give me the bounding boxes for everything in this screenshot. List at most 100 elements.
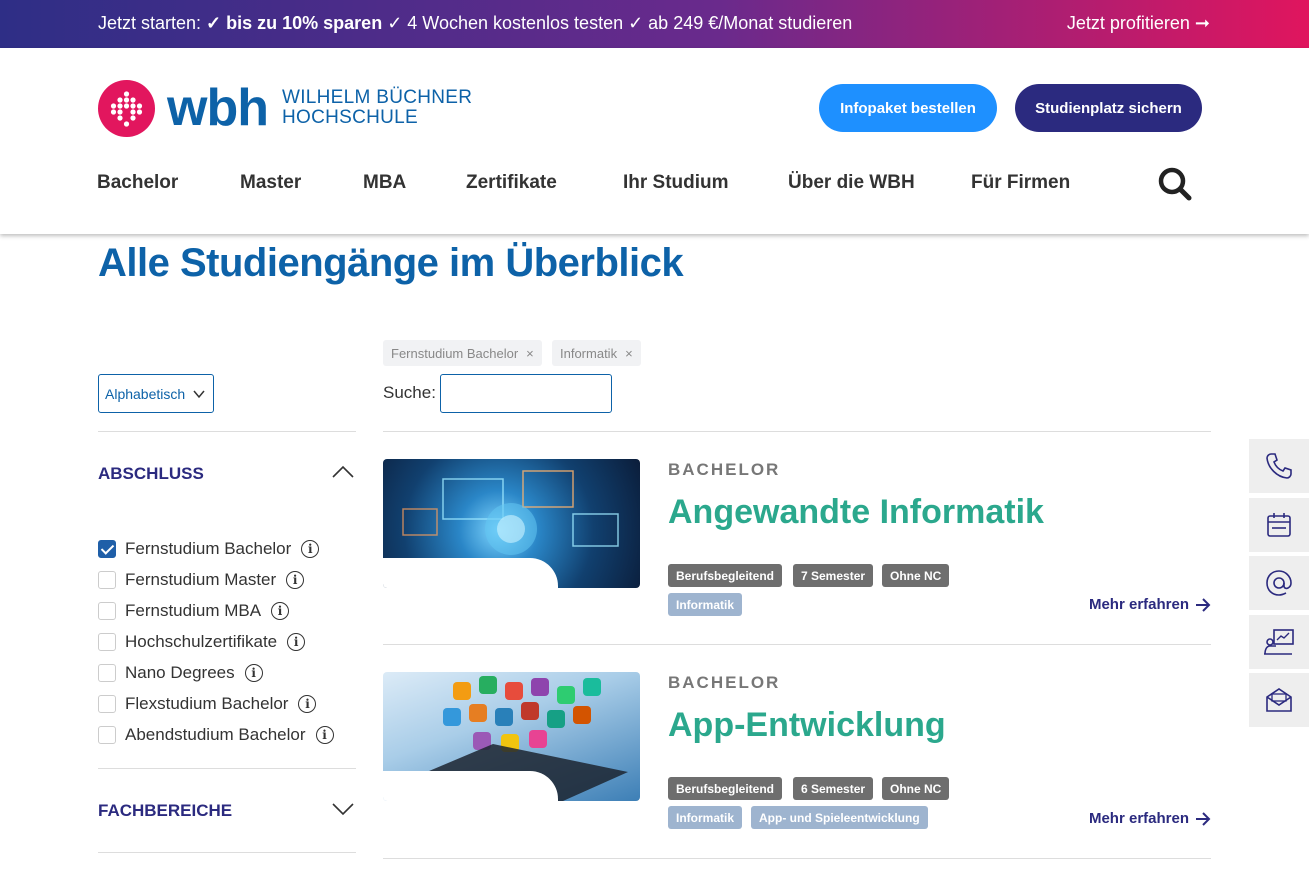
filter-option[interactable]: Fernstudium Bachelor i (98, 538, 320, 560)
chip-label: Fernstudium Bachelor (391, 345, 519, 361)
search-label: Suche: (383, 383, 436, 402)
calendar-contact-button[interactable] (1249, 498, 1309, 552)
checkbox[interactable] (98, 664, 116, 682)
result-category: BACHELOR (668, 460, 781, 479)
result-image[interactable] (383, 672, 640, 801)
info-icon[interactable]: i (287, 633, 306, 651)
sidebar-divider (98, 431, 356, 432)
filter-option[interactable]: Fernstudium Master i (98, 569, 305, 591)
nav-item-master[interactable]: Master (240, 172, 301, 194)
filter-option-label: Hochschulzertifikate (125, 632, 278, 651)
mail-icon (1266, 688, 1292, 712)
logo-name-line1: WILHELM BÜCHNER (281, 87, 473, 108)
chip-remove-icon[interactable]: × (625, 346, 633, 361)
checkbox[interactable] (98, 695, 116, 713)
filter-option[interactable]: Abendstudium Bachelor i (98, 724, 334, 746)
result-tag: Ohne NC (882, 564, 950, 587)
nav-item-bachelor[interactable]: Bachelor (97, 172, 178, 194)
promo-highlight: ✓ bis zu 10% sparen (206, 13, 383, 33)
nav-item-ueber-die-wbh[interactable]: Über die WBH (788, 172, 915, 194)
site-header: wbh WILHELM BÜCHNER HOCHSCHULE Infopaket… (0, 48, 1309, 234)
promo-rest: ✓ 4 Wochen kostenlos testen ✓ ab 249 €/M… (382, 13, 853, 33)
info-icon[interactable]: i (298, 695, 317, 713)
result-tag: Ohne NC (882, 777, 950, 800)
result-tag: Informatik (668, 593, 743, 616)
nav-item-ihr-studium[interactable]: Ihr Studium (623, 172, 729, 194)
more-link[interactable]: Mehr erfahren (1089, 596, 1211, 613)
info-icon[interactable]: i (271, 602, 290, 620)
results-divider (383, 431, 1211, 432)
email-contact-button[interactable] (1249, 556, 1309, 610)
result-tag: Berufsbegleitend (668, 777, 783, 800)
filter-option-label: Nano Degrees (125, 663, 235, 682)
chevron-down-icon (332, 801, 354, 822)
nav-item-mba[interactable]: MBA (363, 172, 406, 194)
info-icon[interactable]: i (244, 664, 263, 682)
info-icon[interactable]: i (315, 726, 334, 744)
filter-option[interactable]: Nano Degrees i (98, 662, 263, 684)
more-link[interactable]: Mehr erfahren (1089, 810, 1211, 827)
filter-option-label: Flexstudium Bachelor (125, 694, 289, 713)
filter-abschluss-toggle[interactable]: ABSCHLUSS (98, 464, 356, 484)
arrow-right-icon (1196, 811, 1211, 826)
result-tag: Informatik (668, 806, 743, 829)
filter-option[interactable]: Flexstudium Bachelor i (98, 693, 317, 715)
active-filter-chip: Informatik × (552, 340, 641, 366)
search-icon[interactable] (1157, 166, 1193, 202)
checkbox[interactable] (98, 602, 116, 620)
sidebar-divider (98, 768, 356, 769)
active-filter-chip: Fernstudium Bachelor × (383, 340, 542, 366)
result-tag: App- und Spieleentwicklung (751, 806, 928, 829)
checkbox[interactable] (98, 571, 116, 589)
checkbox[interactable] (98, 726, 116, 744)
info-icon[interactable]: i (286, 571, 305, 589)
consultation-contact-button[interactable] (1249, 615, 1309, 669)
more-link-label: Mehr erfahren (1088, 810, 1189, 827)
phone-icon (1266, 453, 1292, 479)
filter-fachbereiche-toggle[interactable]: FACHBEREICHE (98, 801, 356, 821)
logo-wordmark: wbh (167, 79, 269, 137)
page-title: Alle Studiengänge im Überblick (98, 241, 684, 285)
result-title[interactable]: App-Entwicklung (668, 706, 946, 745)
result-tag: 7 Semester (793, 564, 874, 587)
chip-remove-icon[interactable]: × (526, 346, 534, 361)
search-input[interactable] (440, 374, 612, 413)
promo-text: Jetzt starten: ✓ bis zu 10% sparen ✓ 4 W… (98, 13, 852, 34)
filter-option-label: Fernstudium Master (125, 570, 277, 589)
info-icon[interactable]: i (301, 540, 320, 558)
results-divider (383, 858, 1211, 859)
consultation-icon (1264, 629, 1294, 655)
more-link-label: Mehr erfahren (1088, 596, 1189, 613)
filter-option-label: Abendstudium Bachelor (125, 725, 306, 744)
filter-fachbereiche-label: FACHBEREICHE (98, 801, 233, 820)
logo[interactable]: wbh WILHELM BÜCHNER HOCHSCHULE (98, 79, 472, 137)
checkbox-checked[interactable] (98, 540, 116, 558)
promo-prefix: Jetzt starten: (98, 13, 207, 33)
promo-cta-link[interactable]: Jetzt profitieren ➞ (1067, 13, 1210, 34)
result-category: BACHELOR (668, 673, 781, 692)
phone-contact-button[interactable] (1249, 439, 1309, 493)
result-tag: Berufsbegleitend (668, 564, 783, 587)
filter-option[interactable]: Fernstudium MBA i (98, 600, 290, 622)
result-image[interactable] (383, 459, 640, 588)
chip-label: Informatik (560, 345, 618, 361)
filter-option-label: Fernstudium Bachelor (125, 539, 292, 558)
calendar-icon (1267, 513, 1291, 537)
sidebar-divider (98, 852, 356, 853)
chevron-down-icon (193, 387, 205, 403)
nav-item-zertifikate[interactable]: Zertifikate (466, 172, 557, 194)
filter-option[interactable]: Hochschulzertifikate i (98, 631, 306, 653)
result-title[interactable]: Angewandte Informatik (668, 493, 1044, 532)
filter-abschluss-label: ABSCHLUSS (98, 464, 204, 483)
filter-option-label: Fernstudium MBA (125, 601, 262, 620)
studienplatz-button[interactable]: Studienplatz sichern (1015, 84, 1202, 132)
checkbox[interactable] (98, 633, 116, 651)
promo-bar: Jetzt starten: ✓ bis zu 10% sparen ✓ 4 W… (0, 0, 1309, 48)
chevron-up-icon (332, 464, 354, 485)
at-icon (1266, 570, 1292, 596)
newsletter-contact-button[interactable] (1249, 673, 1309, 727)
infopaket-button[interactable]: Infopaket bestellen (819, 84, 997, 132)
nav-item-fuer-firmen[interactable]: Für Firmen (971, 172, 1070, 194)
results-divider (383, 644, 1211, 645)
sort-select[interactable]: Alphabetisch (98, 374, 214, 413)
